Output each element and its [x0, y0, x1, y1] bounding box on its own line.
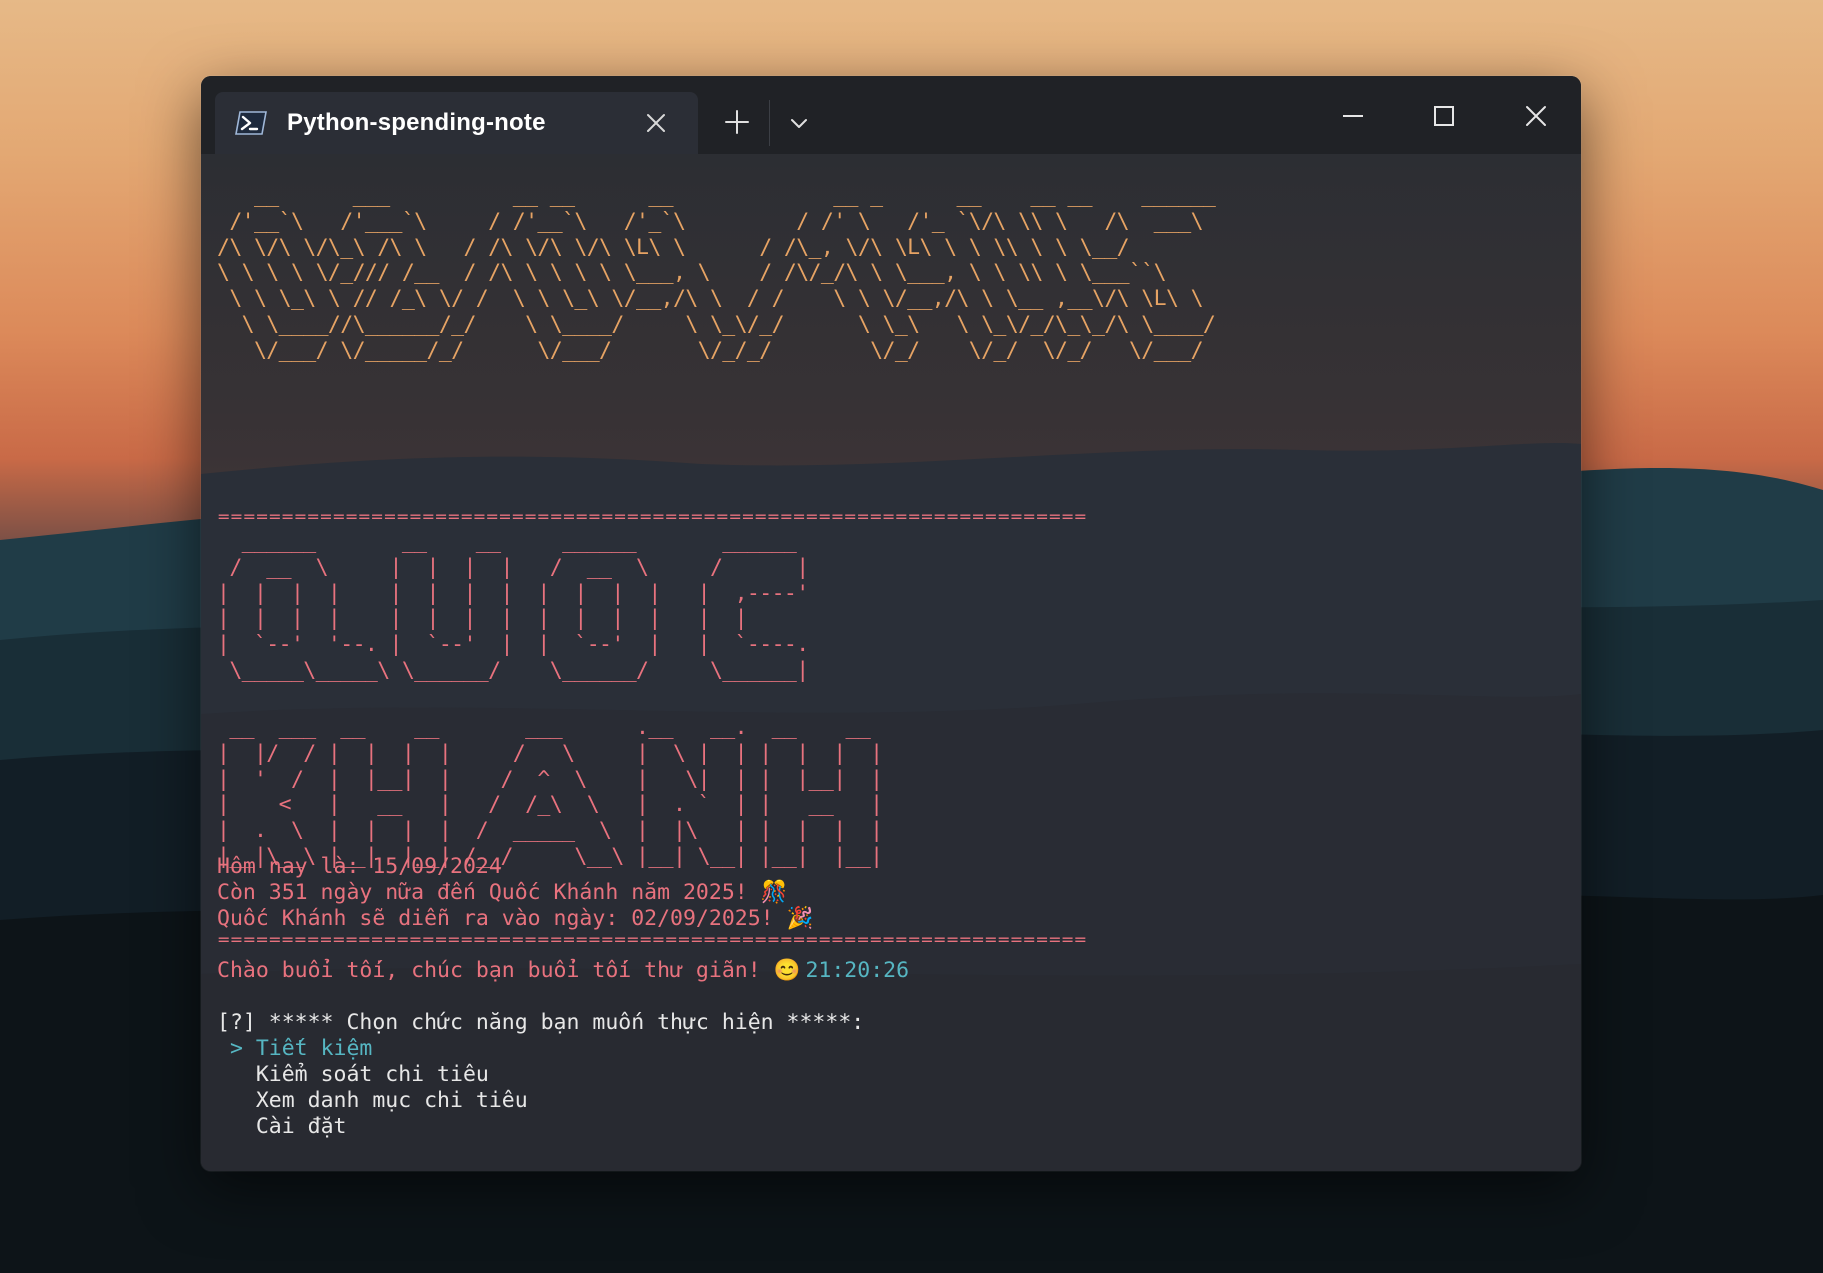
- today-line: Hôm nay là: 15/09/2024: [217, 854, 502, 880]
- clock-text: 21:20:26: [805, 958, 910, 983]
- menu-item-kiem-soat-chi-tieu[interactable]: Kiểm soát chi tiêu: [217, 1062, 489, 1088]
- ascii-art-vanny: __ ___ __ __ __ __ _ __ __ __ ______ /'_…: [217, 183, 1216, 363]
- today-text: Hôm nay là: 15/09/2024: [217, 854, 502, 879]
- minimize-icon[interactable]: [1335, 98, 1371, 134]
- menu-item-label: Xem danh mục chi tiêu: [255, 1088, 528, 1113]
- separator-line: ========================================…: [217, 507, 1087, 526]
- tab-python-spending-note[interactable]: Python-spending-note: [215, 92, 698, 154]
- new-tab-icon[interactable]: [723, 108, 751, 136]
- days-left-text: Còn 351 ngày nữa đến Quốc Khánh năm 2025…: [217, 880, 788, 905]
- close-window-icon[interactable]: [1518, 98, 1554, 134]
- tab-title: Python-spending-note: [287, 109, 546, 136]
- maximize-icon[interactable]: [1426, 98, 1462, 134]
- greeting-text: Chào buổi tối, chúc bạn buổi tối thư giã…: [217, 958, 801, 983]
- tab-separator: [769, 100, 770, 146]
- ascii-art-khanh: __ ___ __ __ ___ .__ __. __ __ | |/ / | …: [217, 715, 883, 869]
- menu-item-label: Kiểm soát chi tiêu: [255, 1062, 489, 1087]
- menu-item-xem-danh-muc-chi-tieu[interactable]: Xem danh mục chi tiêu: [217, 1088, 528, 1114]
- terminal-body[interactable]: __ ___ __ __ __ __ _ __ __ __ ______ /'_…: [201, 154, 1581, 1171]
- event-date-line: Quốc Khánh sẽ diễn ra vào ngày: 02/09/20…: [217, 906, 813, 932]
- days-left-line: Còn 351 ngày nữa đến Quốc Khánh năm 2025…: [217, 880, 787, 906]
- menu-prompt: [?] ***** Chọn chức năng bạn muốn thực h…: [217, 1010, 864, 1036]
- menu-item-label: Tiết kiệm: [255, 1036, 373, 1061]
- chevron-down-icon[interactable]: [786, 110, 812, 136]
- menu-item-tiet-kiem[interactable]: > Tiết kiệm: [217, 1036, 372, 1062]
- separator-line-2: ========================================…: [217, 930, 1087, 949]
- event-date-text: Quốc Khánh sẽ diễn ra vào ngày: 02/09/20…: [217, 906, 814, 931]
- menu-prompt-text: [?] ***** Chọn chức năng bạn muốn thực h…: [217, 1010, 865, 1035]
- terminal-window: Python-spending-note __ ___ __ __ __ __ …: [201, 76, 1581, 1171]
- ascii-art-quoc: ______ __ __ ______ ______ / __ \ | | | …: [217, 529, 809, 683]
- close-tab-icon[interactable]: [644, 111, 668, 135]
- menu-item-label: Cài đặt: [255, 1114, 347, 1139]
- menu-pointer: >: [217, 1036, 256, 1061]
- powershell-icon: [235, 111, 267, 135]
- menu-item-cai-dat[interactable]: Cài đặt: [217, 1114, 347, 1140]
- title-bar: Python-spending-note: [201, 76, 1581, 154]
- greeting-line: Chào buổi tối, chúc bạn buổi tối thư giã…: [217, 958, 909, 984]
